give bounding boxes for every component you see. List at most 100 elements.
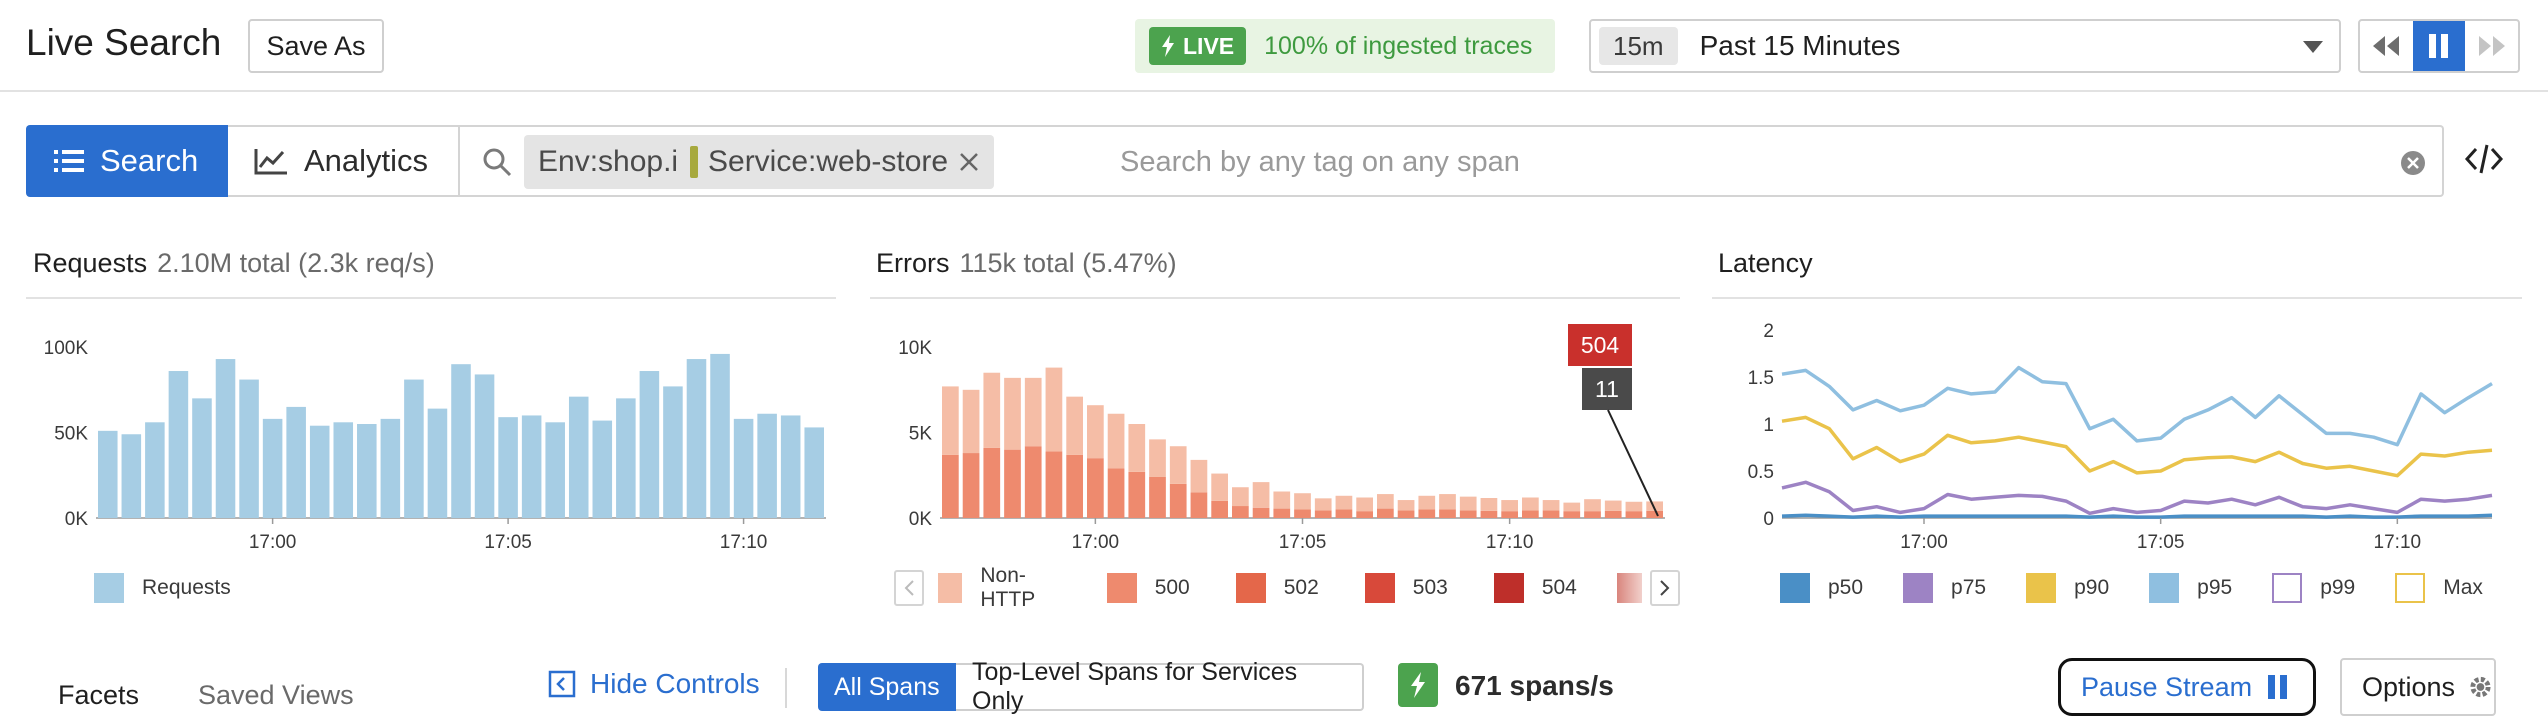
pause-stream-label: Pause Stream: [2081, 671, 2253, 702]
rewind-button[interactable]: [2360, 21, 2413, 71]
y-tick-label: 0K: [65, 509, 89, 530]
legend-item-p75[interactable]: p75: [1903, 573, 1986, 603]
errors-bar-500: [1273, 508, 1291, 518]
y-tick-label: 0K: [909, 509, 933, 530]
search-bar[interactable]: Env:shop.ist Service:web-store: [460, 125, 2444, 197]
pause-icon: [2268, 675, 2288, 699]
close-icon[interactable]: [958, 151, 980, 173]
time-range-select[interactable]: 15m Past 15 Minutes: [1589, 19, 2341, 73]
legend-label: 502: [1283, 576, 1319, 599]
requests-bar: [521, 415, 542, 518]
legend-label: 503: [1412, 576, 1448, 599]
latency-chart[interactable]: 2 1.5 1 0.5 0 17:00 17:05 17:10: [1712, 320, 2522, 553]
errors-chart[interactable]: 10K 5K 0K 17:00 17:05 17:10: [870, 320, 1680, 553]
save-as-button[interactable]: Save As: [248, 19, 384, 73]
errors-bar-500: [1211, 500, 1228, 518]
options-button[interactable]: Options: [2340, 658, 2496, 716]
errors-bar-non-http: [1439, 494, 1456, 510]
legend-swatch: [2272, 573, 2303, 603]
y-tick-label: 0.5: [1748, 462, 1774, 483]
legend-swatch-overflow: [1616, 573, 1642, 603]
code-icon[interactable]: [2464, 139, 2504, 179]
errors-bar-non-http: [1584, 499, 1601, 512]
legend-swatch: [1493, 573, 1524, 603]
legend-item-503[interactable]: 503: [1364, 573, 1448, 603]
time-range-label: Past 15 Minutes: [1699, 30, 1901, 61]
tab-saved-views[interactable]: Saved Views: [198, 680, 354, 711]
x-tick-label: 17:10: [2374, 532, 2422, 553]
legend-item-p95[interactable]: p95: [2149, 573, 2232, 603]
latency-line-p90: [1781, 415, 2493, 478]
service-color-marker: [690, 146, 698, 178]
errors-bar-500: [962, 453, 980, 518]
requests-bar: [380, 418, 401, 518]
requests-bar: [710, 353, 730, 518]
clear-search-icon[interactable]: [2400, 150, 2426, 176]
requests-bar: [568, 396, 589, 518]
legend-item-non-http[interactable]: Non-HTTP: [938, 564, 1060, 612]
latency-panel-title: Latency: [1718, 248, 1813, 279]
errors-bar-500: [1107, 468, 1125, 518]
fast-forward-button[interactable]: [2465, 21, 2518, 71]
errors-bar-500: [1169, 483, 1187, 518]
live-indicator[interactable]: LIVE 100% of ingested traces: [1135, 19, 1555, 73]
y-tick-label: 0: [1763, 509, 1774, 530]
legend-label: Max: [2443, 576, 2483, 599]
search-input[interactable]: [1120, 137, 2370, 187]
errors-title: Errors: [876, 248, 950, 278]
errors-bar-500: [1045, 451, 1063, 518]
tab-facets[interactable]: Facets: [58, 680, 139, 711]
errors-bar-500: [1232, 506, 1249, 518]
filter-chip-service[interactable]: Service:web-store: [676, 135, 995, 189]
errors-bar-non-http: [1066, 396, 1083, 455]
legend-item-requests[interactable]: Requests: [94, 573, 231, 603]
errors-bar-500: [1335, 509, 1353, 518]
chevron-down-icon: [2303, 41, 2323, 53]
y-tick-label: 1: [1763, 415, 1774, 436]
lightning-icon: [1411, 672, 1425, 698]
y-tick-label: 5K: [909, 424, 933, 445]
live-badge: LIVE: [1149, 27, 1247, 65]
pause-stream-button[interactable]: Pause Stream: [2058, 658, 2316, 716]
errors-bar-500: [1377, 508, 1394, 518]
x-tick-label: 17:00: [1900, 532, 1948, 553]
legend-swatch: [1903, 573, 1934, 603]
top-level-spans-toggle[interactable]: Top-Level Spans for Services Only: [956, 658, 1364, 715]
legend-label: p50: [1828, 576, 1864, 599]
requests-chart[interactable]: 100K 50K 0K 17:00 17:05 17:10: [26, 320, 836, 553]
requests-bar: [733, 418, 754, 518]
legend-swatch: [2149, 573, 2180, 603]
legend-item-p99[interactable]: p99: [2272, 573, 2355, 603]
y-tick-label: 10K: [898, 338, 932, 359]
errors-bar-500: [942, 454, 959, 518]
time-range-short: 15m: [1599, 27, 1678, 65]
errors-bar-non-http: [1190, 459, 1208, 493]
legend-item-500[interactable]: 500: [1106, 573, 1190, 603]
x-tick-label: 17:05: [2137, 532, 2185, 553]
requests-bar: [545, 422, 565, 518]
hide-controls-button[interactable]: Hide Controls: [548, 668, 760, 700]
legend-item-p90[interactable]: p90: [2026, 573, 2109, 603]
legend-prev-button[interactable]: [894, 570, 925, 606]
requests-bar: [145, 422, 165, 518]
toolbar-divider: [785, 668, 787, 708]
errors-bar-non-http: [1377, 494, 1394, 509]
requests-bar: [121, 434, 142, 518]
legend-next-button[interactable]: [1649, 570, 1680, 606]
legend-item-502[interactable]: 502: [1235, 573, 1319, 603]
errors-bar-500: [1480, 510, 1498, 518]
all-spans-toggle[interactable]: All Spans: [818, 663, 956, 711]
pause-button[interactable]: [2412, 21, 2466, 71]
tab-search[interactable]: Search: [26, 125, 228, 197]
chevron-left-icon: [904, 580, 914, 596]
requests-bar: [427, 408, 448, 518]
legend-item-504[interactable]: 504: [1493, 573, 1577, 603]
tab-search-label: Search: [100, 143, 199, 178]
requests-bar: [639, 371, 660, 518]
requests-bar: [663, 386, 683, 518]
requests-bar: [215, 359, 236, 518]
tab-analytics[interactable]: Analytics: [228, 125, 460, 197]
legend-item-max[interactable]: Max: [2395, 573, 2483, 603]
requests-bar: [804, 427, 824, 518]
legend-item-p50[interactable]: p50: [1780, 573, 1863, 603]
